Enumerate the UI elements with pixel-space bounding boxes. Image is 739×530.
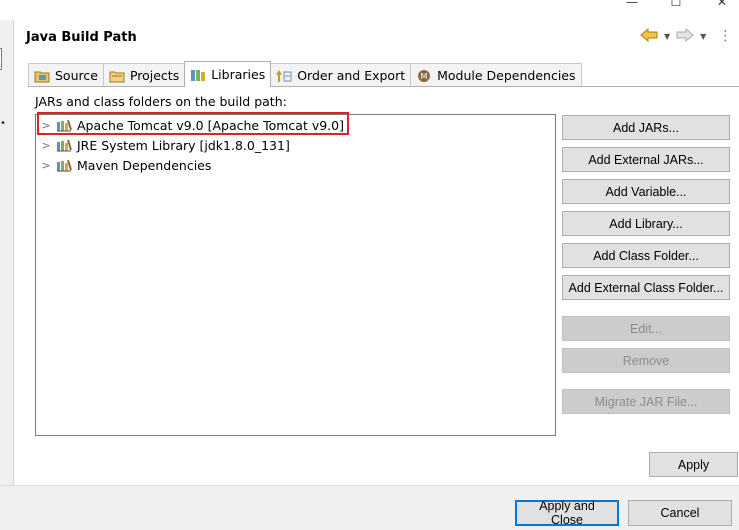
maximize-icon[interactable]: ☐ [666, 0, 686, 10]
chevron-right-icon[interactable]: > [40, 139, 52, 152]
tab-label: Projects [129, 68, 180, 83]
tree-mark-sliver: • [0, 118, 6, 129]
tab-label: Order and Export [297, 68, 406, 83]
library-container-icon [56, 138, 72, 152]
apply-and-close-button[interactable]: Apply and Close [515, 499, 619, 527]
cancel-button[interactable]: Cancel [628, 500, 732, 526]
forward-dropdown-icon[interactable]: ▼ [700, 32, 706, 41]
add-variable-button[interactable]: Add Variable... [562, 179, 730, 204]
menu-more-icon[interactable]: ⋮ [718, 29, 732, 43]
close-icon[interactable]: ✕ [712, 0, 732, 10]
remove-button[interactable]: Remove [562, 348, 730, 373]
add-jars-button[interactable]: Add JARs... [562, 115, 730, 140]
apply-button[interactable]: Apply [649, 452, 738, 477]
tab-source[interactable]: Source [28, 63, 104, 87]
tab-label: Libraries [211, 67, 266, 82]
add-library-button[interactable]: Add Library... [562, 211, 730, 236]
library-tree[interactable]: > Apache Tomcat v9.0 [Apache Tomcat v9.0… [35, 114, 556, 436]
tab-bar: Source Projects Libraries Order and Expo… [28, 61, 582, 87]
source-folder-icon [34, 69, 50, 83]
back-arrow-icon[interactable] [640, 27, 658, 45]
edit-button[interactable]: Edit... [562, 316, 730, 341]
tree-row-maven-dependencies[interactable]: > Maven Dependencies [40, 155, 211, 175]
tab-module-dependencies[interactable]: M Module Dependencies [410, 63, 582, 87]
filter-field-sliver[interactable] [0, 48, 2, 70]
libraries-icon [190, 68, 206, 82]
page-nav: ▼ ▼ ⋮ [640, 26, 732, 46]
tree-row-jre-system-library[interactable]: > JRE System Library [jdk1.8.0_131] [40, 135, 290, 155]
build-path-label: JARs and class folders on the build path… [35, 94, 287, 109]
highlight-box [37, 112, 349, 135]
tree-row-label: JRE System Library [jdk1.8.0_131] [77, 137, 290, 153]
library-container-icon [56, 158, 72, 172]
chevron-right-icon[interactable]: > [40, 159, 52, 172]
tab-libraries[interactable]: Libraries [184, 61, 272, 87]
tab-label: Module Dependencies [437, 68, 576, 83]
forward-arrow-icon[interactable] [676, 27, 694, 45]
back-dropdown-icon[interactable]: ▼ [664, 32, 670, 41]
projects-folder-icon [109, 69, 125, 83]
tab-order-and-export[interactable]: Order and Export [270, 63, 412, 87]
order-export-icon [276, 69, 292, 83]
tab-label: Source [55, 68, 98, 83]
add-external-class-folder-button[interactable]: Add External Class Folder... [562, 275, 730, 300]
add-external-jars-button[interactable]: Add External JARs... [562, 147, 730, 172]
migrate-jar-button[interactable]: Migrate JAR File... [562, 389, 730, 414]
add-class-folder-button[interactable]: Add Class Folder... [562, 243, 730, 268]
tab-projects[interactable]: Projects [102, 63, 186, 87]
svg-text:M: M [421, 72, 428, 81]
module-icon: M [416, 69, 432, 83]
tree-row-label: Maven Dependencies [77, 157, 212, 173]
property-tree-sliver: • [0, 20, 13, 485]
minimize-icon[interactable]: — [622, 0, 642, 10]
window-title-bar: — ☐ ✕ [0, 0, 739, 20]
page-title: Java Build Path [26, 30, 137, 45]
